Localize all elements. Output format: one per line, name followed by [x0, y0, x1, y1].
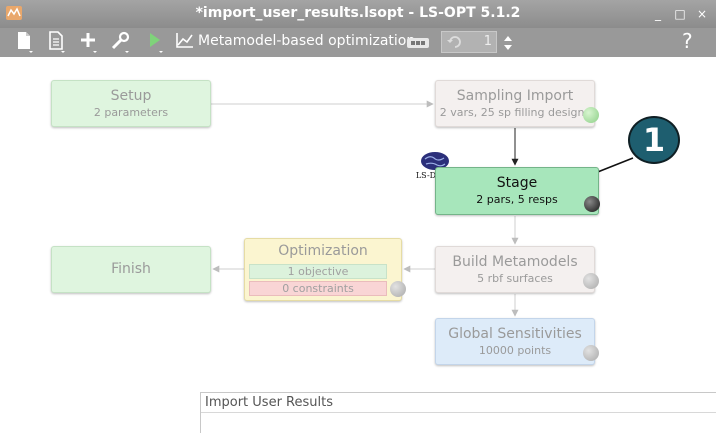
- add-icon[interactable]: [78, 30, 100, 54]
- stage-subtitle: 2 pars, 5 resps: [476, 193, 558, 206]
- chart-icon[interactable]: [174, 30, 196, 54]
- help-icon[interactable]: ?: [682, 29, 693, 53]
- build-metamodels-title: Build Metamodels: [452, 254, 578, 270]
- minimize-icon[interactable]: _: [650, 6, 666, 22]
- wrench-icon[interactable]: [110, 30, 132, 54]
- iteration-value: 1: [483, 34, 492, 49]
- finish-title: Finish: [111, 261, 151, 277]
- build-metamodels-subtitle: 5 rbf surfaces: [477, 272, 553, 285]
- objective-count: 1 objective: [249, 264, 387, 279]
- global-sensitivities-subtitle: 10000 points: [478, 344, 552, 357]
- status-pending-icon: [583, 273, 599, 289]
- global-sensitivities-title: Global Sensitivities: [448, 326, 582, 342]
- sampling-import-node[interactable]: Sampling Import 2 vars, 25 sp filling de…: [435, 80, 599, 127]
- optimization-node[interactable]: Optimization 1 objective 0 constraints: [244, 238, 406, 301]
- sampling-import-subtitle: 2 vars, 25 sp filling designs: [439, 106, 591, 119]
- optimization-title: Optimization: [278, 243, 368, 259]
- optimization-mode-selector[interactable]: Metamodel-based optimization: [198, 33, 415, 49]
- window-title: *import_user_results.lsopt - LS-OPT 5.1.…: [195, 5, 521, 21]
- callout-badge: 1: [628, 116, 680, 164]
- maximize-icon[interactable]: □: [672, 6, 688, 22]
- setup-title: Setup: [110, 88, 152, 104]
- status-running-icon: [584, 196, 600, 212]
- sampling-import-title: Sampling Import: [456, 88, 574, 104]
- global-sensitivities-node[interactable]: Global Sensitivities 10000 points: [435, 318, 599, 365]
- stage-title: Stage: [496, 175, 538, 191]
- setup-node[interactable]: Setup 2 parameters: [51, 80, 211, 127]
- stage-node[interactable]: Stage 2 pars, 5 resps: [435, 167, 600, 215]
- spin-arrows-icon[interactable]: [503, 32, 513, 54]
- title-bar: *import_user_results.lsopt - LS-OPT 5.1.…: [0, 0, 716, 28]
- status-divider: [201, 412, 716, 413]
- ellipsis-icon[interactable]: [407, 38, 429, 48]
- status-label: Import User Results: [205, 395, 333, 410]
- iteration-spinbox[interactable]: 1: [441, 31, 497, 53]
- new-file-icon[interactable]: [14, 30, 36, 54]
- restart-icon: [447, 36, 461, 48]
- finish-node[interactable]: Finish: [51, 246, 211, 293]
- workflow-canvas: Setup 2 parameters Sampling Import 2 var…: [0, 57, 716, 433]
- document-icon[interactable]: [46, 30, 68, 54]
- status-complete-icon: [583, 107, 599, 123]
- constraint-count: 0 constraints: [249, 281, 387, 296]
- setup-subtitle: 2 parameters: [93, 106, 169, 119]
- toolbar: Metamodel-based optimization 1 ?: [0, 28, 716, 57]
- status-pending-icon: [390, 281, 406, 297]
- close-icon[interactable]: ×: [694, 6, 710, 22]
- status-panel: Import User Results: [200, 392, 716, 433]
- status-pending-icon: [583, 345, 599, 361]
- run-icon[interactable]: [146, 30, 168, 54]
- build-metamodels-node[interactable]: Build Metamodels 5 rbf surfaces: [435, 246, 599, 293]
